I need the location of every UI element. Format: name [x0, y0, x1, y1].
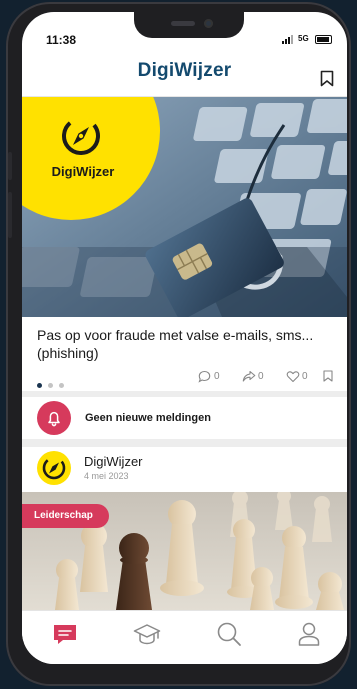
signal-icon [282, 35, 296, 44]
share-count: 0 [258, 371, 264, 382]
graduation-cap-icon [133, 624, 161, 645]
camera-notch [134, 12, 244, 38]
status-time: 11:38 [46, 33, 77, 47]
carousel-indicator[interactable] [37, 375, 70, 388]
hero-image[interactable]: DigiWijzer [22, 97, 347, 317]
share-button[interactable]: 0 [242, 370, 272, 384]
post-header[interactable]: DigiWijzer 4 mei 2023 [22, 449, 347, 491]
compass-icon [62, 117, 100, 155]
post-image[interactable]: Leiderschap [22, 492, 347, 610]
app-title: DigiWijzer [137, 60, 232, 81]
carousel-dot[interactable] [37, 383, 42, 388]
phone-frame: 11:38 5G DigiWijzer DigiWijzer Pas op vo… [6, 2, 351, 686]
comment-button[interactable]: 0 [198, 370, 228, 384]
comment-icon [198, 370, 211, 383]
logo-text: DigiWijzer [51, 164, 115, 179]
heart-icon [286, 371, 300, 383]
volume-button [8, 192, 12, 238]
compass-icon [42, 456, 66, 480]
category-tag[interactable]: Leiderschap [22, 504, 109, 528]
tab-learn[interactable] [132, 619, 162, 649]
battery-icon [315, 35, 332, 44]
carousel-dot[interactable] [59, 383, 64, 388]
tab-search[interactable] [214, 619, 244, 649]
bell-icon [37, 401, 71, 435]
carousel-dot[interactable] [48, 383, 53, 388]
article-title[interactable]: Pas op voor fraude met valse e-mails, sm… [37, 326, 337, 362]
bookmark-icon [323, 370, 333, 382]
bottom-tab-bar [22, 610, 347, 664]
volume-button [8, 152, 12, 180]
section-divider [22, 439, 347, 447]
avatar[interactable] [37, 451, 71, 485]
tab-feed[interactable] [50, 619, 80, 649]
app-header: DigiWijzer [22, 52, 347, 97]
chat-icon [54, 625, 76, 644]
tab-profile[interactable] [294, 619, 324, 649]
search-icon [217, 622, 241, 646]
app-screen: 11:38 5G DigiWijzer DigiWijzer Pas op vo… [22, 12, 347, 664]
notification-text: Geen nieuwe meldingen [85, 412, 211, 424]
like-count: 0 [302, 371, 308, 382]
article-card[interactable]: Pas op voor fraude met valse e-mails, sm… [22, 317, 347, 391]
post-author[interactable]: DigiWijzer [84, 454, 143, 469]
network-label: 5G [298, 34, 309, 43]
speaker [171, 21, 195, 26]
notifications-row[interactable]: Geen nieuwe meldingen [22, 397, 347, 439]
share-icon [242, 370, 256, 382]
front-camera [204, 19, 213, 28]
profile-icon [298, 622, 320, 646]
bookmark-icon[interactable] [320, 70, 336, 88]
save-article-button[interactable] [323, 370, 337, 384]
post-date: 4 mei 2023 [84, 471, 129, 481]
like-button[interactable]: 0 [286, 370, 316, 384]
comment-count: 0 [214, 371, 220, 382]
